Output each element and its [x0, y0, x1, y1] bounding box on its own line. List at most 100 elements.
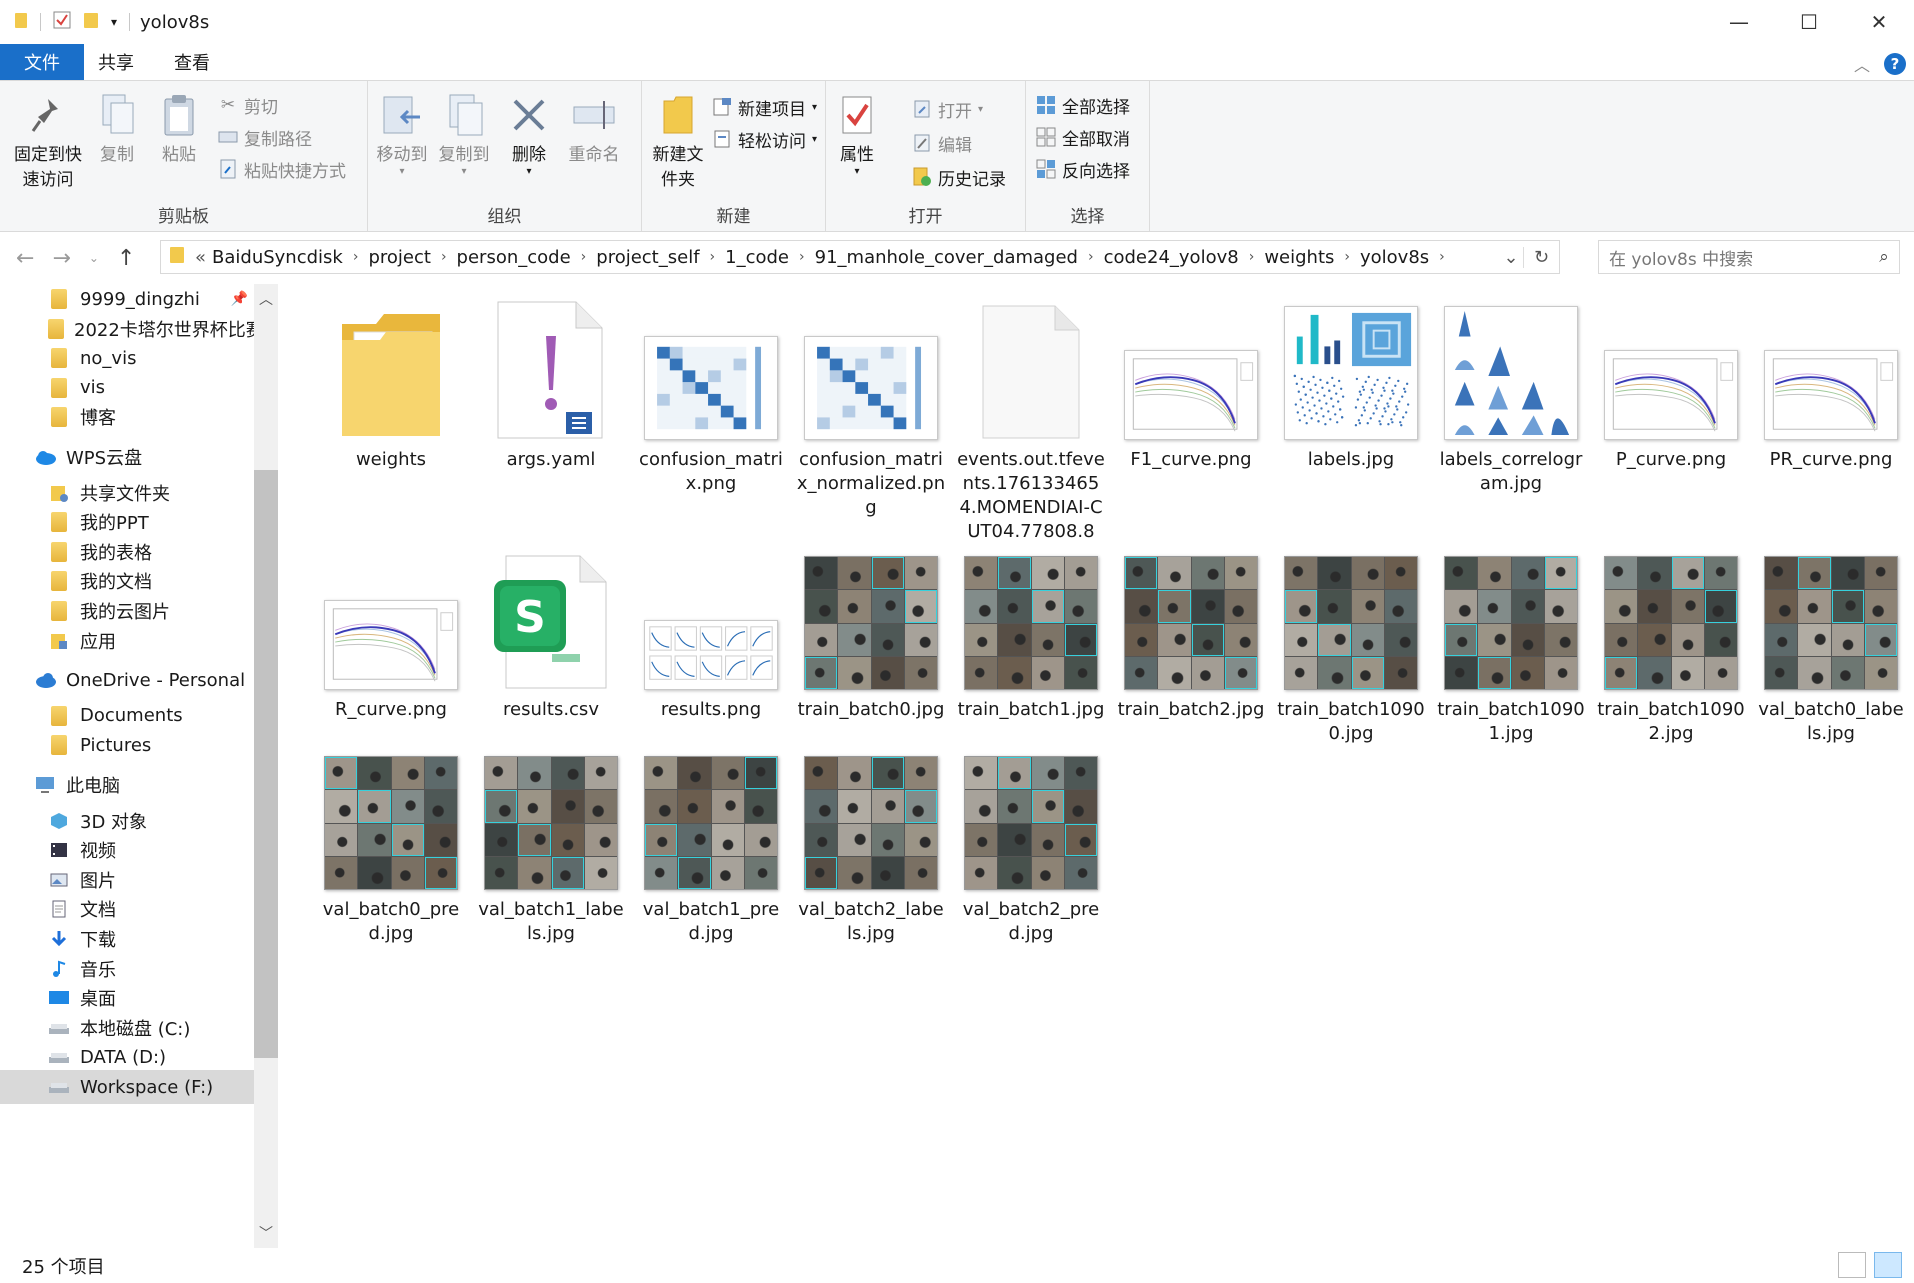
file-item[interactable]: val_batch2_labels.jpg — [796, 740, 946, 946]
address-bar[interactable]: « BaiduSyncdisk › project › person_code › proj… — [160, 240, 1560, 274]
copy-to-button[interactable]: 复制到 ▾ — [434, 91, 494, 177]
breadcrumb-item[interactable]: yolov8s — [1360, 247, 1429, 268]
edit-button[interactable]: 编辑 — [912, 129, 972, 157]
history-button[interactable]: 历史记录 — [912, 163, 1006, 191]
file-item[interactable]: args.yaml — [476, 290, 626, 472]
file-item[interactable]: PR_curve.png — [1756, 290, 1906, 472]
search-icon[interactable]: ⌕ — [1869, 247, 1899, 267]
breadcrumb-chevron-icon[interactable]: › — [710, 249, 716, 265]
rename-button[interactable]: 重命名 — [564, 91, 624, 168]
breadcrumb-item[interactable]: weights — [1264, 247, 1334, 268]
new-folder-button[interactable]: 新建文件夹 — [646, 91, 710, 193]
tab-view[interactable]: 查看 — [154, 44, 230, 80]
file-item[interactable]: train_batch10902.jpg — [1596, 540, 1746, 746]
easy-access-button[interactable]: 轻松访问 ▾ — [712, 125, 817, 153]
nav-item[interactable]: 应用 — [0, 624, 254, 658]
file-item[interactable]: results.png — [636, 540, 786, 722]
folder-item[interactable]: weights — [316, 290, 466, 472]
file-item[interactable]: Sresults.csv — [476, 540, 626, 722]
nav-scrollbar[interactable]: ︿ ﹀ — [254, 284, 278, 1248]
scroll-up-icon[interactable]: ︿ — [254, 284, 278, 314]
breadcrumb-chevron-icon[interactable]: › — [1088, 249, 1094, 265]
file-item[interactable]: val_batch1_pred.jpg — [636, 740, 786, 946]
breadcrumb-chevron-icon[interactable]: › — [353, 249, 359, 265]
search-input[interactable]: 在 yolov8s 中搜索 ⌕ — [1598, 240, 1900, 274]
address-dropdown-icon[interactable]: ⌄ — [1499, 247, 1523, 268]
breadcrumb-item[interactable]: project_self — [596, 247, 699, 268]
breadcrumb-item[interactable]: 91_manhole_cover_damaged — [815, 247, 1078, 268]
recent-chevron-icon[interactable]: ⌄ — [89, 251, 99, 265]
copy-button[interactable]: 复制 — [92, 91, 142, 168]
collapse-ribbon-icon[interactable]: ︿ — [1854, 52, 1870, 76]
breadcrumb-item[interactable]: project — [368, 247, 430, 268]
tab-share[interactable]: 共享 — [78, 44, 154, 80]
file-name: val_batch2_labels.jpg — [798, 899, 944, 944]
file-name: val_batch1_pred.jpg — [642, 899, 780, 944]
nav-item[interactable]: 博客 — [0, 400, 254, 434]
paste-button[interactable]: 粘贴 — [154, 91, 204, 168]
help-icon[interactable]: ? — [1884, 53, 1906, 75]
breadcrumb-chevron-icon[interactable]: › — [441, 249, 447, 265]
paste-shortcut-button[interactable]: 粘贴快捷方式 — [218, 155, 346, 183]
breadcrumb-chevron-icon[interactable]: › — [799, 249, 805, 265]
breadcrumb-item[interactable]: 1_code — [725, 247, 789, 268]
invert-selection-button[interactable]: 反向选择 — [1036, 155, 1130, 183]
up-arrow-icon[interactable]: ↑ — [117, 246, 135, 271]
properties-quick-icon[interactable] — [53, 11, 71, 33]
new-folder-quick-icon[interactable] — [83, 11, 99, 33]
file-item[interactable]: P_curve.png — [1596, 290, 1746, 472]
breadcrumb-chevron-icon[interactable]: › — [1439, 249, 1445, 265]
breadcrumb-chevron-icon[interactable]: › — [1249, 249, 1255, 265]
delete-button[interactable]: 删除 ▾ — [504, 91, 554, 177]
breadcrumb-chevron-icon[interactable]: › — [581, 249, 587, 265]
large-icons-view-button[interactable] — [1874, 1252, 1902, 1278]
nav-item[interactable]: WPS云盘 — [0, 440, 254, 474]
copy-path-button[interactable]: 复制路径 — [218, 123, 312, 151]
file-item[interactable]: F1_curve.png — [1116, 290, 1266, 472]
breadcrumb-item[interactable]: code24_yolov8 — [1104, 247, 1239, 268]
details-view-button[interactable] — [1838, 1252, 1866, 1278]
file-item[interactable]: R_curve.png — [316, 540, 466, 722]
nav-item[interactable]: OneDrive - Personal — [0, 663, 254, 697]
move-to-button[interactable]: 移动到 ▾ — [372, 91, 432, 177]
minimize-button[interactable]: — — [1704, 0, 1774, 44]
scroll-thumb[interactable] — [254, 470, 278, 1058]
breadcrumb-chevron-icon[interactable]: › — [1344, 249, 1350, 265]
select-none-button[interactable]: 全部取消 — [1036, 123, 1130, 151]
file-item[interactable]: events.out.tfevents.1761334654.MOMENDIAI… — [956, 290, 1106, 544]
scroll-down-icon[interactable]: ﹀ — [254, 1218, 278, 1248]
breadcrumb-item[interactable]: BaiduSyncdisk — [212, 247, 343, 268]
refresh-icon[interactable]: ↻ — [1523, 246, 1559, 268]
nav-item[interactable]: Pictures — [0, 728, 254, 762]
file-item[interactable]: train_batch1.jpg — [956, 540, 1106, 722]
select-all-button[interactable]: 全部选择 — [1036, 91, 1130, 119]
properties-button[interactable]: 属性 ▾ — [832, 91, 882, 177]
nav-item[interactable]: 此电脑 — [0, 768, 254, 802]
close-button[interactable]: ✕ — [1844, 0, 1914, 44]
file-item[interactable]: labels_correlogram.jpg — [1436, 290, 1586, 496]
nav-item[interactable]: Workspace (F:) — [0, 1070, 254, 1104]
file-item[interactable]: labels.jpg — [1276, 290, 1426, 472]
file-item[interactable]: train_batch2.jpg — [1116, 540, 1266, 722]
back-arrow-icon[interactable]: ← — [16, 246, 34, 271]
file-item[interactable]: val_batch2_pred.jpg — [956, 740, 1106, 946]
file-item[interactable]: confusion_matrix.png — [636, 290, 786, 496]
breadcrumb-overflow[interactable]: « — [195, 247, 206, 268]
pin-icon[interactable]: 📌 — [231, 291, 248, 307]
file-item[interactable]: val_batch0_pred.jpg — [316, 740, 466, 946]
maximize-button[interactable]: ☐ — [1774, 0, 1844, 44]
file-item[interactable]: train_batch10901.jpg — [1436, 540, 1586, 746]
file-item[interactable]: confusion_matrix_normalized.png — [796, 290, 946, 520]
file-item[interactable]: train_batch10900.jpg — [1276, 540, 1426, 746]
new-item-button[interactable]: 新建项目 ▾ — [712, 93, 817, 121]
file-item[interactable]: train_batch0.jpg — [796, 540, 946, 722]
pin-quick-access-button[interactable]: 固定到快速访问 — [8, 91, 88, 193]
tab-file[interactable]: 文件 — [0, 44, 84, 80]
breadcrumb-item[interactable]: person_code — [457, 247, 571, 268]
customize-quick-access-icon[interactable]: ▾ — [111, 15, 117, 29]
file-item[interactable]: val_batch0_labels.jpg — [1756, 540, 1906, 746]
cut-button[interactable]: ✂ 剪切 — [218, 91, 278, 119]
forward-arrow-icon[interactable]: → — [52, 246, 70, 271]
open-button[interactable]: 打开 ▾ — [912, 95, 983, 123]
file-item[interactable]: val_batch1_labels.jpg — [476, 740, 626, 946]
